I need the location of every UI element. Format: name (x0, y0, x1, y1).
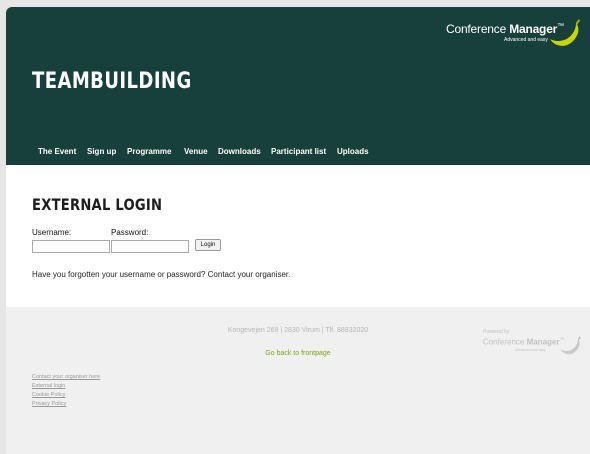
footer-links: Contact your organiser here External log… (32, 373, 100, 409)
conference-manager-brand[interactable]: Conference Manager™ Advanced and easy (446, 19, 580, 59)
password-label: Password: (111, 228, 149, 237)
brand-tagline: Advanced and easy (504, 37, 548, 43)
nav-item-uploads[interactable]: Uploads (337, 147, 369, 156)
nav-item-downloads[interactable]: Downloads (218, 147, 261, 156)
site-footer: Kongevejen 268 | 2830 Virum | Tlf. 88832… (6, 307, 590, 454)
banana-logo-icon (550, 19, 580, 46)
password-input[interactable] (111, 240, 189, 253)
site-header: Conference Manager™ Advanced and easy TE… (6, 7, 590, 165)
username-label: Username: (32, 228, 72, 237)
nav-item-venue[interactable]: Venue (184, 147, 208, 156)
site-title: TEAMBUILDING (32, 69, 192, 94)
powered-name-bold: Manager (526, 337, 560, 347)
forgot-credentials-text: Have you forgotten your username or pass… (32, 270, 291, 279)
powered-by-name: Conference Manager™ (483, 337, 565, 347)
login-title: EXTERNAL LOGIN (32, 195, 163, 214)
brand-name-regular: Conference (446, 22, 510, 36)
powered-by-tagline: Advanced and easy (515, 348, 546, 352)
footer-link-external-login[interactable]: External login (32, 382, 100, 391)
footer-link-privacy-policy[interactable]: Privacy Policy (32, 400, 100, 409)
powered-by-label: Powered by (483, 329, 510, 335)
banana-logo-icon (560, 336, 581, 355)
nav-item-the-event[interactable]: The Event (38, 147, 76, 156)
nav-item-programme[interactable]: Programme (127, 147, 171, 156)
page-frame: Conference Manager™ Advanced and easy TE… (6, 7, 590, 454)
nav-item-participant-list[interactable]: Participant list (271, 147, 326, 156)
footer-link-cookie-policy[interactable]: Cookie Policy (32, 391, 100, 400)
footer-link-contact-organiser[interactable]: Contact your organiser here (32, 373, 100, 382)
login-button[interactable]: Login (195, 239, 221, 251)
powered-by-badge[interactable]: Powered by Conference Manager™ Advanced … (483, 329, 583, 369)
powered-name-regular: Conference (483, 337, 527, 347)
nav-item-sign-up[interactable]: Sign up (87, 147, 116, 156)
username-input[interactable] (32, 240, 110, 253)
